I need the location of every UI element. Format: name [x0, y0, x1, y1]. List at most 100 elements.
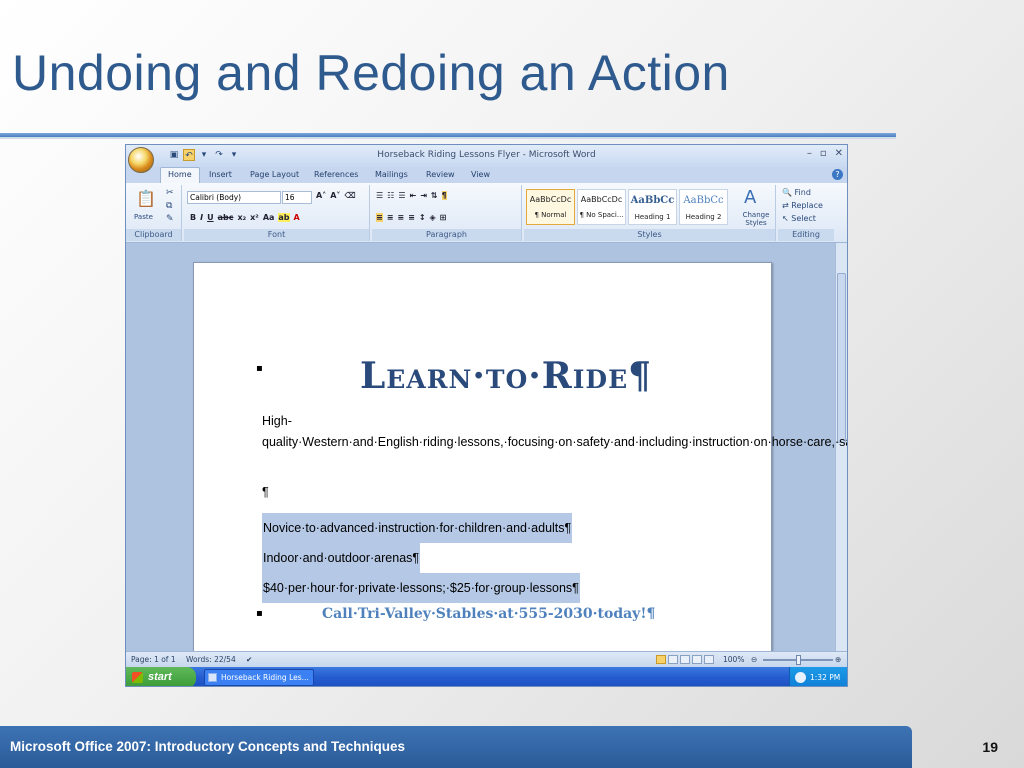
font-size-box[interactable]: 16 [282, 191, 312, 204]
change-styles-label[interactable]: Change Styles [738, 211, 774, 227]
justify-icon[interactable]: ≡ [408, 213, 415, 222]
increase-indent-icon[interactable]: ⇥ [420, 191, 427, 200]
editing-group-label: Editing [778, 229, 834, 241]
help-icon[interactable]: ? [832, 169, 843, 180]
align-left-icon[interactable]: ≡ [376, 213, 383, 222]
web-layout-view-button[interactable] [680, 655, 690, 664]
taskbar-item-word[interactable]: Horseback Riding Les... [204, 669, 314, 686]
font-group: Calibri (Body) 16 A˄ A˅ ⌫ B I U abc x₂ x… [184, 185, 370, 241]
minimize-button[interactable]: – [807, 148, 812, 159]
clear-format-icon[interactable]: ⌫ [344, 191, 355, 200]
page-count[interactable]: Page: 1 of 1 [131, 655, 176, 664]
tab-mailings[interactable]: Mailings [375, 170, 408, 179]
print-layout-view-button[interactable] [656, 655, 666, 664]
clipboard-group: 📋 Paste ✂ ⧉ ✎ Clipboard [126, 185, 182, 241]
tab-home[interactable]: Home [160, 167, 200, 183]
change-case-icon[interactable]: Aa [263, 213, 275, 222]
align-row: ≡ ≡ ≡ ≡ ↕ ◈ ⊞ [376, 213, 446, 222]
select-label: Select [791, 214, 816, 223]
font-format-row: B I U abc x₂ x² Aa ab A [190, 213, 300, 222]
scroll-thumb[interactable] [837, 273, 846, 443]
highlight-icon[interactable]: ab [278, 213, 290, 222]
zoom-out-icon[interactable]: ⊖ [751, 655, 757, 664]
align-center-icon[interactable]: ≡ [387, 213, 394, 222]
bold-icon[interactable]: B [190, 213, 196, 222]
outline-view-button[interactable] [692, 655, 702, 664]
styles-group-label: Styles [524, 229, 775, 241]
style-heading-2[interactable]: AaBbCc Heading 2 [679, 189, 728, 225]
select-button[interactable]: ↖ Select [782, 214, 816, 223]
shrink-font-icon[interactable]: A˅ [330, 191, 340, 200]
ribbon-tabs: Home Insert Page Layout References Maili… [126, 167, 847, 183]
style-normal-name: ¶ Normal [534, 211, 567, 219]
list-row: ☰ ☷ ☰ ⇤ ⇥ ⇅ ¶ [376, 191, 447, 200]
change-styles-icon[interactable]: A [744, 187, 756, 208]
footer-text: Microsoft Office 2007: Introductory Conc… [10, 739, 406, 754]
tab-review[interactable]: Review [426, 170, 455, 179]
replace-label: Replace [791, 201, 823, 210]
replace-button[interactable]: ⇄ Replace [782, 201, 823, 210]
font-group-label: Font [184, 229, 369, 241]
style-heading-1[interactable]: AaBbCc Heading 1 [628, 189, 677, 225]
shading-icon[interactable]: ◈ [430, 213, 436, 222]
proofing-icon[interactable]: ✔ [246, 655, 252, 664]
title-rule-shadow [0, 137, 896, 139]
font-color-icon[interactable]: A [294, 213, 300, 222]
style-normal[interactable]: AaBbCcDc ¶ Normal [526, 189, 575, 225]
zoom-in-icon[interactable]: ⊕ [835, 655, 841, 664]
word-window: ▣ ↶ ▾ ↷ ▾ Horseback Riding Lessons Flyer… [125, 144, 848, 687]
align-right-icon[interactable]: ≡ [397, 213, 404, 222]
restore-button[interactable]: ▫ [820, 148, 827, 159]
strikethrough-icon[interactable]: abc [218, 213, 234, 222]
doc-body-paragraph: High-quality·Western·and·English·riding·… [262, 414, 847, 449]
tab-references[interactable]: References [314, 170, 358, 179]
tray-icon[interactable] [795, 672, 806, 683]
ribbon: 📋 Paste ✂ ⧉ ✎ Clipboard Calibri (Body) 1… [126, 183, 847, 243]
zoom-slider-thumb[interactable] [796, 655, 801, 665]
grow-font-icon[interactable]: A˄ [316, 191, 326, 200]
decrease-indent-icon[interactable]: ⇤ [410, 191, 417, 200]
borders-icon[interactable]: ⊞ [440, 213, 447, 222]
cut-icon[interactable]: ✂ [166, 188, 174, 198]
underline-icon[interactable]: U [207, 213, 214, 222]
tab-page-layout[interactable]: Page Layout [250, 170, 299, 179]
document-page[interactable]: ▪ Learn·to·Ride¶ High-quality·Western·an… [193, 262, 847, 662]
subscript-icon[interactable]: x₂ [237, 213, 246, 222]
format-painter-icon[interactable]: ✎ [166, 214, 174, 224]
office-button[interactable] [128, 147, 154, 173]
windows-flag-icon [132, 672, 143, 683]
doc-call-line: Call·Tri-Valley·Stables·at·555-2030·toda… [322, 606, 656, 622]
tab-view[interactable]: View [471, 170, 490, 179]
zoom-level[interactable]: 100% [723, 655, 744, 664]
start-button[interactable]: start [126, 667, 196, 686]
style-heading-1-sample: AaBbCc [630, 195, 675, 206]
sort-icon[interactable]: ⇅ [431, 191, 438, 200]
close-button[interactable]: ✕ [835, 148, 843, 159]
window-title: Horseback Riding Lessons Flyer - Microso… [377, 150, 596, 160]
font-name-box[interactable]: Calibri (Body) [187, 191, 281, 204]
style-no-spacing[interactable]: AaBbCcDc ¶ No Spaci... [577, 189, 626, 225]
word-document-icon [208, 673, 217, 682]
bullets-icon[interactable]: ☰ [376, 191, 383, 200]
find-button[interactable]: 🔍 Find [782, 188, 811, 197]
line-spacing-icon[interactable]: ↕ [419, 213, 426, 222]
copy-icon[interactable]: ⧉ [166, 201, 172, 211]
start-label: start [148, 671, 172, 683]
paste-icon[interactable]: 📋 [136, 189, 156, 208]
show-hide-icon[interactable]: ¶ [441, 191, 447, 200]
system-tray: 1:32 PM [789, 667, 847, 686]
numbering-icon[interactable]: ☷ [387, 191, 394, 200]
full-screen-view-button[interactable] [668, 655, 678, 664]
slide-page-number: 19 [982, 739, 998, 755]
multilevel-list-icon[interactable]: ☰ [398, 191, 405, 200]
paste-button-label[interactable]: Paste [134, 213, 153, 221]
clipboard-group-label: Clipboard [126, 229, 181, 241]
style-heading-2-sample: AaBbCc [683, 195, 724, 206]
draft-view-button[interactable] [704, 655, 714, 664]
superscript-icon[interactable]: x² [250, 213, 259, 222]
tab-insert[interactable]: Insert [209, 170, 232, 179]
italic-icon[interactable]: I [200, 213, 203, 222]
grow-shrink-font: A˄ A˅ ⌫ [316, 191, 356, 200]
doc-blank-paragraph: ¶ [262, 485, 269, 499]
word-count[interactable]: Words: 22/54 [186, 655, 236, 664]
